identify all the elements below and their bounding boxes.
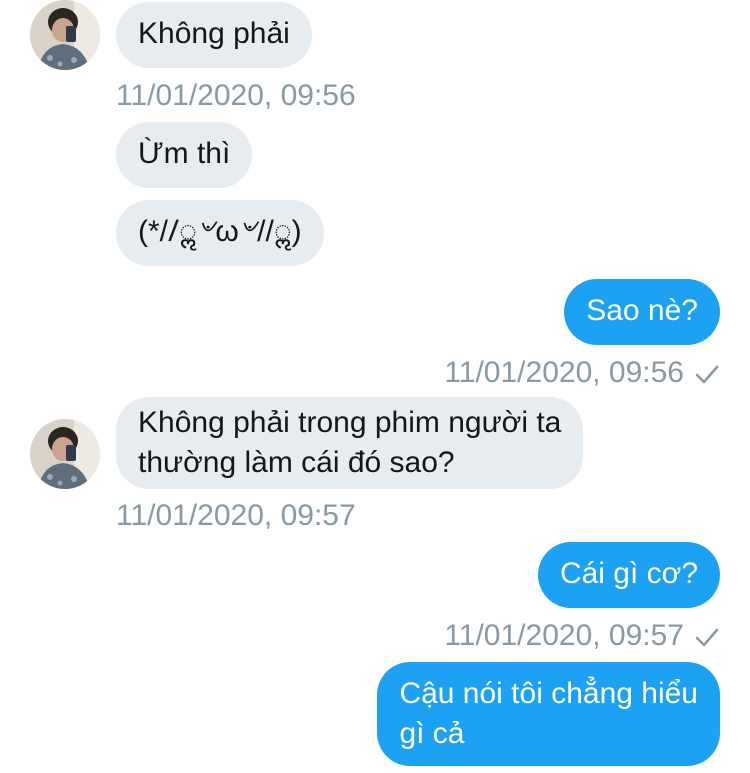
- message-bubble-incoming[interactable]: (*//ॢ৺ω৺//ॢ): [116, 200, 324, 266]
- avatar-photo: [30, 419, 100, 489]
- message-text: (*//ॢ৺ω৺//ॢ): [138, 215, 302, 248]
- message-bubble-incoming[interactable]: Không phải: [116, 2, 312, 68]
- checkmark-icon: [695, 365, 719, 384]
- message-bubble-incoming[interactable]: Không phải trong phim người ta thường là…: [116, 397, 584, 489]
- message-text: Cái gì cơ?: [559, 557, 698, 590]
- message-text-line: Cậu nói tôi chẳng hiểu: [399, 677, 698, 710]
- message-bubble-incoming[interactable]: Ừm thì: [116, 122, 253, 188]
- message-text: Ừm thì: [138, 137, 231, 170]
- message-bubble-outgoing[interactable]: Sao nè?: [564, 279, 720, 345]
- message-text-line: Không phải trong phim người ta: [138, 406, 562, 439]
- avatar-photo: [30, 0, 100, 70]
- message-timestamp: 11/01/2020, 09:56: [444, 356, 684, 389]
- message-timestamp: 11/01/2020, 09:57: [444, 619, 684, 652]
- contact-avatar[interactable]: [30, 419, 100, 489]
- message-timestamp: 11/01/2020, 09:56: [116, 79, 356, 112]
- message-bubble-outgoing[interactable]: Cái gì cơ?: [537, 542, 720, 608]
- checkmark-icon: [695, 628, 719, 647]
- message-bubble-outgoing[interactable]: Cậu nói tôi chẳng hiểu gì cả: [377, 662, 720, 766]
- message-timestamp: 11/01/2020, 09:57: [116, 499, 356, 532]
- message-text-line: thường làm cái đó sao?: [138, 446, 455, 479]
- message-text-line: gì cả: [399, 717, 465, 750]
- contact-avatar[interactable]: [30, 0, 100, 70]
- message-text: Sao nè?: [586, 294, 698, 327]
- message-text: Không phải: [138, 17, 290, 50]
